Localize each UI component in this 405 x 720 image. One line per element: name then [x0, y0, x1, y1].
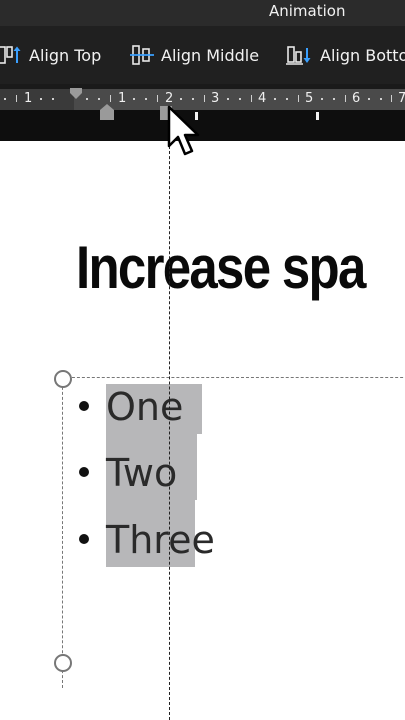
tab-animation[interactable]: Animation	[269, 2, 345, 20]
hanging-indent-marker[interactable]	[99, 104, 115, 120]
ruler-tick	[345, 95, 346, 102]
ruler-number: 7	[398, 91, 405, 106]
bullet-point	[79, 534, 89, 544]
ruler-dot	[227, 98, 229, 100]
ruler-dot	[86, 98, 88, 100]
ruler-number: 3	[211, 91, 220, 106]
ruler-dot	[192, 98, 194, 100]
ruler-number: 5	[305, 91, 314, 106]
ruler-dot	[333, 98, 335, 100]
slide-title[interactable]: Increase spa	[76, 233, 366, 302]
align-middle-icon	[130, 45, 154, 65]
ruler-dot	[380, 98, 382, 100]
list-item[interactable]: One	[106, 384, 183, 430]
ruler-number: 6	[352, 91, 361, 106]
resize-handle-left[interactable]	[54, 654, 72, 672]
indent-guide-line	[169, 116, 170, 720]
ribbon-tab-bar: Animation	[0, 0, 405, 26]
bullet-point	[79, 467, 89, 477]
list-item[interactable]: Three	[106, 517, 215, 563]
ruler-tick	[110, 95, 111, 102]
ruler-number: 1	[24, 91, 33, 106]
ruler-number: 4	[258, 91, 267, 106]
ruler-dot	[4, 98, 6, 100]
first-line-indent-marker[interactable]	[69, 88, 83, 100]
resize-handle-top-left[interactable]	[54, 370, 72, 388]
ruler-dot	[180, 98, 182, 100]
mouse-pointer-icon	[167, 105, 200, 156]
ruler-dot	[133, 98, 135, 100]
align-bottom-icon	[286, 46, 311, 65]
align-bottom-label: Align Bottom	[320, 45, 405, 65]
tab-stop-marker[interactable]	[316, 112, 319, 120]
align-top-icon	[0, 46, 21, 64]
align-bottom-button[interactable]: Align Bottom	[285, 43, 405, 67]
ruler-tick	[251, 95, 252, 102]
ruler-tick	[157, 95, 158, 102]
ruler-dot	[286, 98, 288, 100]
align-middle-label: Align Middle	[161, 45, 260, 65]
align-top-label: Align Top	[29, 45, 102, 65]
ruler-tick	[298, 95, 299, 102]
align-middle-button[interactable]: Align Middle	[130, 43, 259, 67]
ruler-dot	[274, 98, 276, 100]
ruler-dot	[239, 98, 241, 100]
list-item[interactable]: Two	[106, 450, 177, 496]
ruler-dot	[40, 98, 42, 100]
ruler-number: 1	[118, 91, 127, 106]
align-top-button[interactable]: Align Top	[0, 43, 101, 67]
ruler-dot	[368, 98, 370, 100]
ruler-tick	[204, 95, 205, 102]
bullet-point	[79, 401, 89, 411]
ruler-dot	[145, 98, 147, 100]
ruler-tick	[391, 95, 392, 102]
ruler-dot	[321, 98, 323, 100]
ruler-dot	[98, 98, 100, 100]
ribbon-toolbar: Align Top Align Middle Align Bottom	[0, 26, 405, 84]
ruler-dot	[52, 98, 54, 100]
ruler-tick	[16, 95, 17, 102]
